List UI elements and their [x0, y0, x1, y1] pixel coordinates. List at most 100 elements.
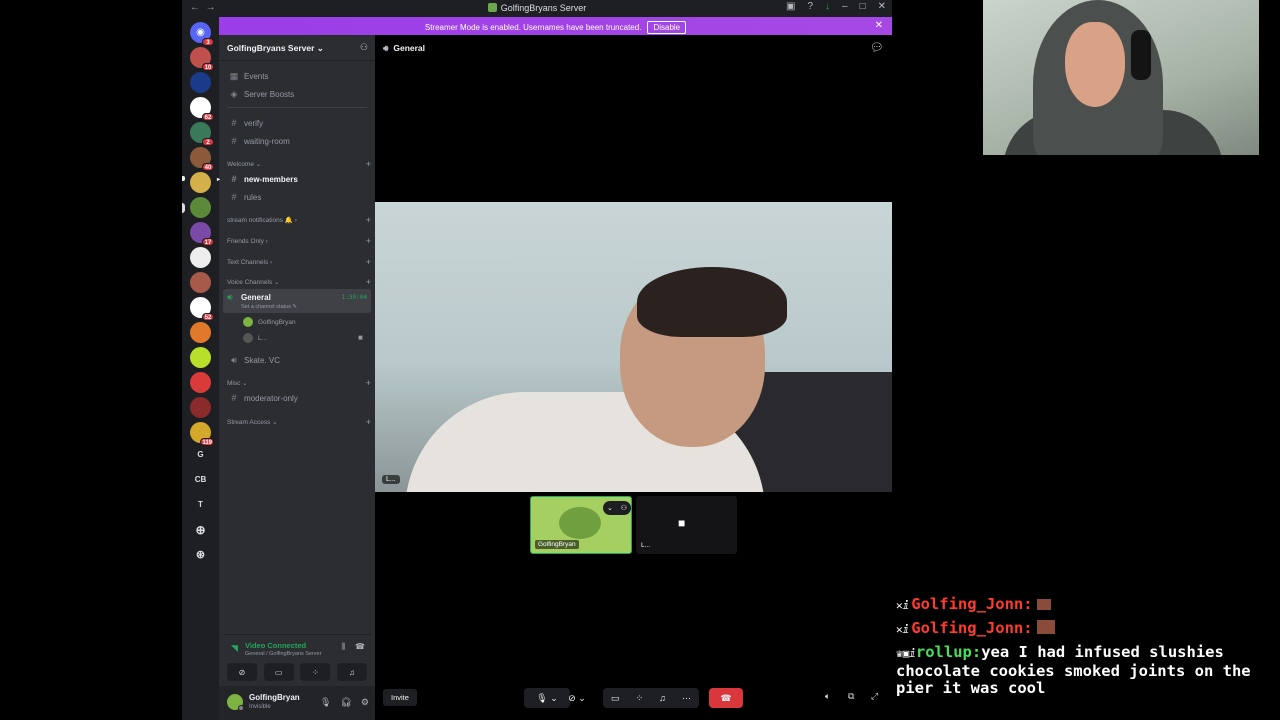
server-icon[interactable]	[190, 247, 211, 268]
minimize-icon[interactable]: –	[842, 1, 848, 12]
soundboard-icon[interactable]: ♫	[659, 693, 666, 703]
main-video[interactable]: L...	[375, 202, 892, 492]
more-icon[interactable]: ⋯	[682, 693, 691, 704]
avatar	[559, 507, 601, 539]
download-icon[interactable]: ↓	[825, 1, 830, 12]
soundboard-button[interactable]: ♫	[336, 663, 367, 681]
chevron-down-icon: ⌄	[606, 505, 613, 512]
set-channel-status[interactable]: Set a channel status ✎	[241, 304, 297, 310]
help-icon[interactable]: ?	[807, 1, 813, 12]
server-text-g[interactable]: G	[190, 444, 211, 465]
category-stream-notifications[interactable]: stream notifications 🔔 › +	[227, 214, 371, 226]
server-name[interactable]: GolfingBryans Server ⌄	[227, 43, 324, 54]
server-icon[interactable]: 62	[190, 97, 214, 121]
chat-bubble-icon[interactable]: 💬︎	[870, 41, 884, 54]
add-server-icon[interactable]: ⊕	[190, 519, 211, 540]
channel-rules[interactable]: # rules	[223, 189, 371, 205]
voice-channel-skate[interactable]: 🔊︎ Skate. VC	[223, 352, 371, 368]
plus-icon[interactable]: +	[366, 257, 371, 267]
badge-icons: ♛▣ⅈ	[896, 647, 916, 660]
plus-icon[interactable]: +	[366, 236, 371, 246]
avatar	[243, 333, 253, 343]
plus-icon[interactable]: +	[366, 378, 371, 388]
explore-icon[interactable]: ⊛	[190, 544, 211, 565]
server-icon[interactable]: 40	[190, 147, 214, 171]
chat-message: ♛▣ⅈrollup:yea I had infused slushies cho…	[896, 643, 1271, 698]
headphones-icon[interactable]: 🎧︎	[340, 697, 351, 708]
category-misc[interactable]: Misc ⌄ +	[227, 377, 371, 389]
sidebar-item-boosts[interactable]: ◈ Server Boosts	[223, 86, 371, 102]
participant-tile[interactable]: ■ L...	[636, 496, 737, 554]
plus-icon[interactable]: +	[366, 215, 371, 225]
server-icon[interactable]	[190, 372, 211, 393]
voice-user[interactable]: GolfingBryan	[243, 315, 296, 329]
server-icon[interactable]	[190, 322, 211, 343]
plus-icon[interactable]: +	[366, 277, 371, 287]
category-friends-only[interactable]: Friends Only › +	[227, 235, 371, 247]
voice-location[interactable]: General / GolfingBryans Server	[245, 651, 321, 657]
invite-people-icon[interactable]: ⚇	[360, 42, 368, 53]
camera-off-button[interactable]: ⊘	[227, 663, 257, 681]
server-icon[interactable]	[190, 347, 211, 368]
category-voice-channels[interactable]: Voice Channels ⌄ +	[227, 276, 371, 288]
fullscreen-icon[interactable]: ⤢	[871, 691, 878, 702]
channel-label: moderator-only	[244, 393, 298, 403]
close-banner-icon[interactable]: ✕	[875, 20, 883, 31]
tile-options[interactable]: ⌄ ⚇	[603, 501, 631, 515]
popout-icon[interactable]: ⧉	[848, 691, 854, 702]
activities-button[interactable]: ⁘	[300, 663, 331, 681]
invite-button[interactable]: Invite	[383, 689, 417, 706]
share-screen-icon[interactable]: ▭	[611, 693, 620, 704]
settings-gear-icon[interactable]: ⚙	[361, 697, 369, 708]
username[interactable]: GolfingBryan	[249, 693, 300, 702]
category-text-channels[interactable]: Text Channels › +	[227, 256, 371, 268]
server-header[interactable]: GolfingBryans Server ⌄ ⚇	[219, 35, 375, 61]
signal-icon[interactable]: ◥	[231, 643, 238, 654]
activities-icon[interactable]: ⁘	[636, 693, 644, 704]
server-icon[interactable]	[190, 72, 211, 93]
mic-icon[interactable]: 🎙︎	[320, 697, 331, 708]
noise-suppression-icon[interactable]: ⫼	[341, 642, 345, 652]
channel-label: verify	[244, 118, 264, 128]
share-screen-button[interactable]: ▭	[263, 663, 294, 681]
camera-on-icon: ■	[358, 333, 363, 342]
channel-new-members[interactable]: ▸ # new-members	[217, 171, 371, 187]
plus-icon[interactable]: +	[366, 159, 371, 169]
server-icon[interactable]: 119	[190, 422, 214, 446]
channel-moderator-only[interactable]: # moderator-only	[223, 390, 371, 406]
disconnect-icon[interactable]: ☎	[355, 642, 365, 652]
chat-username: Golfing_Jonn:	[911, 595, 1033, 613]
avatar	[243, 317, 253, 327]
server-icon[interactable]: 10	[190, 47, 214, 71]
volume-icon[interactable]: 🔈︎	[825, 691, 830, 702]
server-badge: 52	[202, 313, 214, 321]
server-icon[interactable]	[190, 397, 211, 418]
voice-user[interactable]: L...	[243, 331, 267, 345]
voice-channel-general[interactable]: 🔊︎ General 1:30:04 Set a channel status …	[223, 289, 371, 313]
plus-icon[interactable]: +	[366, 417, 371, 427]
hang-up-button[interactable]: ☎	[709, 688, 743, 708]
disable-streamer-button[interactable]: Disable	[647, 21, 687, 34]
tile-label: GolfingBryan	[535, 540, 579, 549]
channel-waiting-room[interactable]: # waiting-room	[223, 133, 371, 149]
participant-tile-golfingbryan[interactable]: ⌄ ⚇ GolfingBryan	[530, 496, 632, 554]
server-icon[interactable]: 2	[190, 122, 214, 146]
inbox-icon[interactable]: ▣	[786, 1, 795, 12]
emote-icon	[1036, 599, 1051, 610]
voice-user-name: GolfingBryan	[258, 318, 296, 326]
server-icon[interactable]	[190, 272, 211, 293]
server-icon[interactable]: 17	[190, 222, 214, 246]
category-welcome[interactable]: Welcome ⌄ +	[227, 158, 371, 170]
sidebar-item-events[interactable]: ▦ Events	[223, 68, 371, 84]
server-text-cb[interactable]: CB	[190, 469, 211, 490]
channel-verify[interactable]: # verify	[223, 115, 371, 131]
close-window-icon[interactable]: ✕	[878, 1, 886, 12]
home-button[interactable]: ◉ 3	[190, 22, 214, 46]
server-icon[interactable]: 52	[190, 297, 214, 321]
server-icon[interactable]	[190, 197, 211, 218]
category-stream-access[interactable]: Stream Access ⌄ +	[227, 416, 371, 428]
maximize-icon[interactable]: □	[860, 1, 866, 12]
server-icon[interactable]	[190, 172, 211, 193]
camera-toggle[interactable]: ⊘ ⌄	[563, 688, 591, 708]
server-text-t[interactable]: T	[190, 494, 211, 515]
